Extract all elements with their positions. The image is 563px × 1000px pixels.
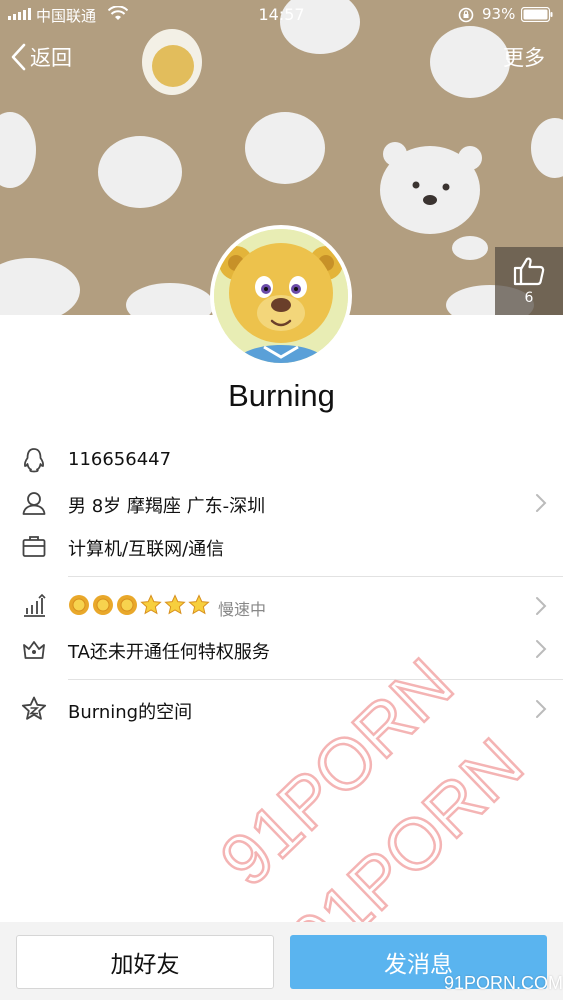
person-icon bbox=[22, 492, 46, 515]
sun-icon bbox=[117, 595, 137, 615]
watermark-text: 91PORN bbox=[206, 644, 469, 902]
privilege-text: TA还未开通任何特权服务 bbox=[68, 642, 270, 663]
bear-avatar-icon bbox=[214, 229, 348, 363]
avatar-image bbox=[214, 229, 348, 363]
briefcase-icon bbox=[22, 536, 46, 557]
level-status: 慢速中 bbox=[218, 600, 267, 619]
nav-bar: 返回 更多 bbox=[0, 38, 563, 78]
battery-icon bbox=[521, 7, 553, 22]
chevron-left-icon bbox=[11, 43, 26, 71]
level-badges bbox=[68, 594, 212, 616]
status-bar: 中国联通 14:57 93% bbox=[0, 0, 563, 30]
penguin-icon bbox=[24, 448, 44, 473]
sun-icon bbox=[69, 595, 89, 615]
like-count: 6 bbox=[524, 290, 534, 306]
crown-icon bbox=[23, 641, 45, 659]
chevron-right-icon bbox=[536, 640, 547, 658]
star-icon bbox=[164, 594, 186, 615]
level-row[interactable]: 慢速中 bbox=[0, 586, 563, 626]
back-button[interactable]: 返回 bbox=[10, 42, 72, 72]
occupation: 计算机/互联网/通信 bbox=[68, 539, 225, 560]
qzone-star-icon bbox=[21, 696, 47, 720]
qzone-row[interactable]: Burning的空间 bbox=[0, 689, 563, 729]
battery-percent: 93% bbox=[482, 5, 516, 23]
chevron-right-icon bbox=[536, 494, 547, 512]
sun-icon bbox=[93, 595, 113, 615]
star-icon bbox=[188, 594, 210, 615]
basic-info: 男 8岁 摩羯座 广东-深圳 bbox=[68, 496, 266, 517]
basic-info-row[interactable]: 男 8岁 摩羯座 广东-深圳 bbox=[0, 483, 563, 523]
qzone-label: Burning的空间 bbox=[68, 702, 193, 723]
section-divider bbox=[68, 576, 563, 577]
chevron-right-icon bbox=[536, 597, 547, 615]
thumbs-up-icon bbox=[513, 257, 545, 286]
site-watermark: 91PORN.COM bbox=[443, 973, 563, 993]
rotation-lock-icon bbox=[458, 7, 474, 23]
occupation-row: 计算机/互联网/通信 bbox=[0, 526, 563, 566]
section-divider bbox=[68, 679, 563, 680]
like-button[interactable]: 6 bbox=[495, 247, 563, 315]
back-label: 返回 bbox=[30, 46, 72, 70]
avatar[interactable] bbox=[210, 225, 352, 367]
more-button[interactable]: 更多 bbox=[503, 42, 545, 72]
clock: 14:57 bbox=[258, 5, 305, 24]
level-chart-icon bbox=[24, 593, 46, 617]
qq-number-row: 116656447 bbox=[0, 440, 563, 480]
profile-nickname: Burning bbox=[228, 378, 335, 413]
privilege-row[interactable]: TA还未开通任何特权服务 bbox=[0, 629, 563, 669]
add-friend-button[interactable]: 加好友 bbox=[16, 935, 274, 989]
star-icon bbox=[140, 594, 162, 615]
qq-number: 116656447 bbox=[68, 449, 172, 470]
chevron-right-icon bbox=[536, 700, 547, 718]
